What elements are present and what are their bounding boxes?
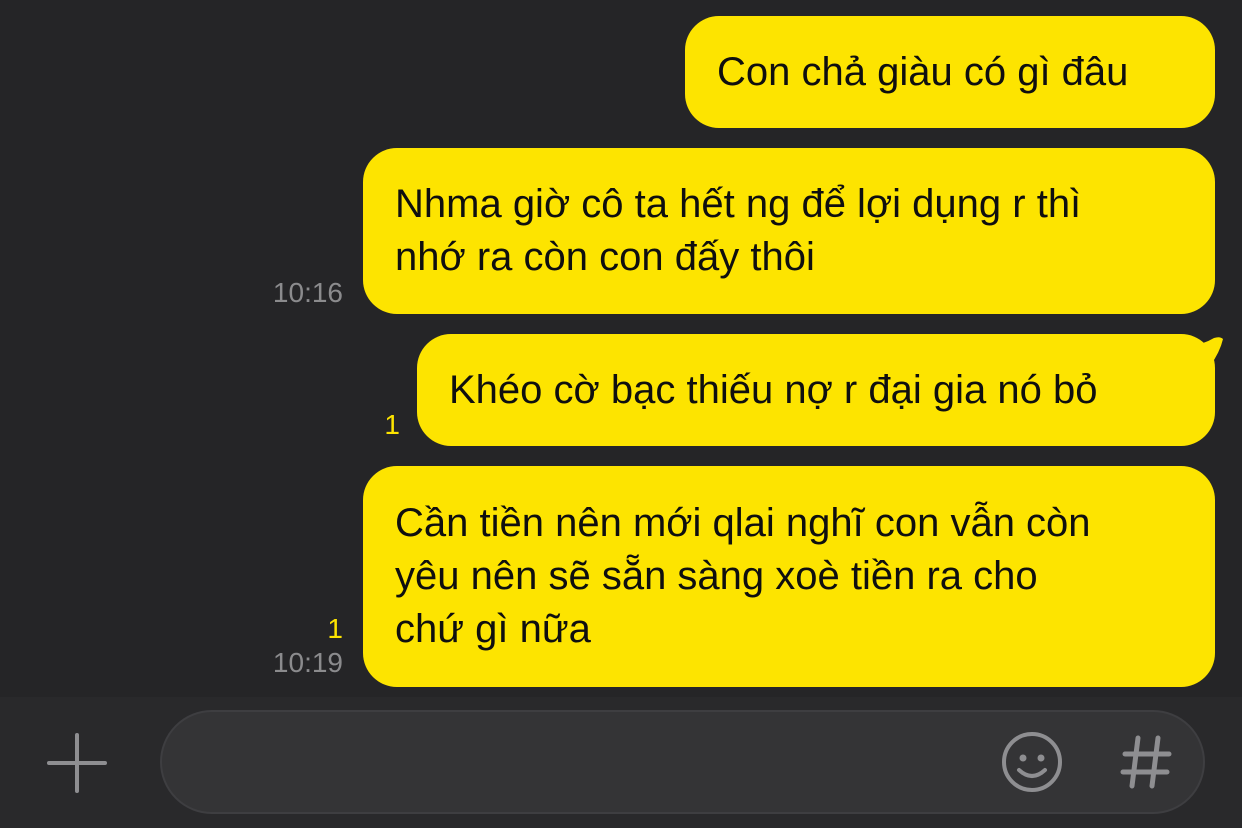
chat-message-area: Con chả giàu có gì đâu Nhma giờ cô ta hế…: [0, 0, 1242, 697]
plus-icon[interactable]: [46, 732, 108, 794]
message-bubble[interactable]: Nhma giờ cô ta hết ng để lợi dụng r thì …: [363, 148, 1215, 314]
message-text-line: nhớ ra còn con đấy thôi: [395, 235, 815, 279]
message-bubble[interactable]: Khéo cờ bạc thiếu nợ r đại gia nó bỏ: [417, 334, 1215, 446]
message-text-line: yêu nên sẽ sẵn sàng xoè tiền ra cho: [395, 554, 1038, 598]
message-text-line: Nhma giờ cô ta hết ng để lợi dụng r thì: [395, 182, 1082, 226]
message-timestamp: 10:16: [272, 277, 343, 308]
unread-count: 1: [327, 613, 343, 644]
hashtag-icon[interactable]: [1118, 730, 1174, 794]
message-text-line: Khéo cờ bạc thiếu nợ r đại gia nó bỏ: [449, 367, 1098, 412]
message-bubble[interactable]: Con chả giàu có gì đâu: [685, 16, 1215, 128]
unread-count: 1: [384, 409, 400, 440]
message-text-line: Cần tiền nên mới qlai nghĩ con vẫn còn: [395, 501, 1091, 545]
message-text-line: chứ gì nữa: [395, 607, 591, 651]
message-text-line: Con chả giàu có gì đâu: [717, 49, 1129, 94]
message-timestamp: 10:19: [272, 647, 343, 678]
message-bubble[interactable]: Cần tiền nên mới qlai nghĩ con vẫn còn y…: [363, 466, 1215, 687]
emoji-icon[interactable]: [1000, 730, 1064, 794]
